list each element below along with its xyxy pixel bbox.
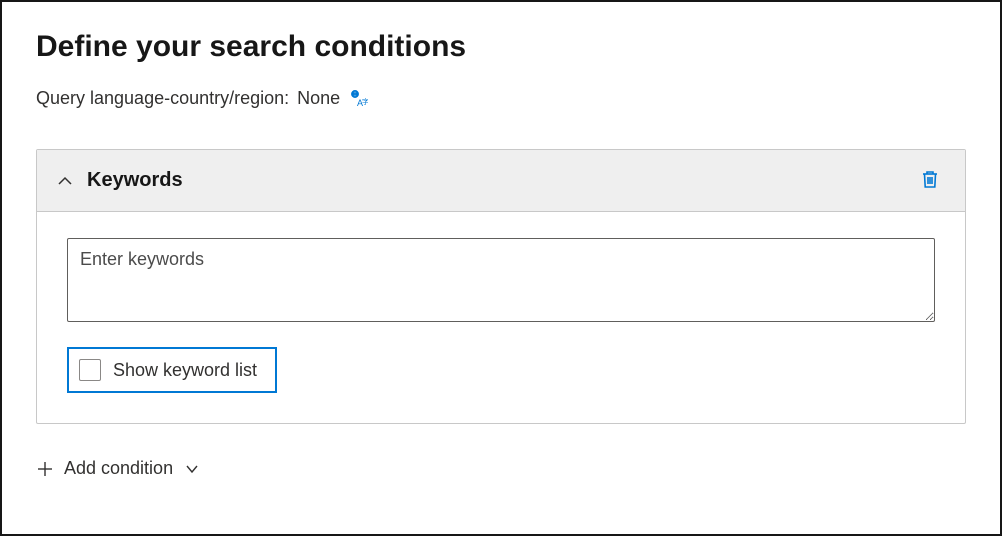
- chevron-down-icon: [185, 462, 199, 476]
- chevron-up-icon[interactable]: [57, 173, 73, 189]
- plus-icon: [36, 460, 54, 478]
- query-language-value: None: [297, 88, 340, 109]
- add-condition-button[interactable]: Add condition: [36, 454, 966, 483]
- keywords-panel: Keywords Show keyword list: [36, 149, 966, 424]
- delete-button[interactable]: [915, 164, 945, 197]
- query-language-label: Query language-country/region:: [36, 88, 289, 109]
- page-title: Define your search conditions: [36, 30, 966, 64]
- svg-text:字: 字: [362, 97, 368, 106]
- keywords-panel-title: Keywords: [87, 169, 915, 192]
- add-condition-label: Add condition: [64, 458, 173, 479]
- keywords-panel-body: Show keyword list: [37, 212, 965, 423]
- trash-icon: [919, 168, 941, 193]
- show-keyword-list-checkbox-container[interactable]: Show keyword list: [67, 347, 277, 393]
- translate-icon[interactable]: A 字: [348, 89, 368, 109]
- keywords-panel-header: Keywords: [37, 150, 965, 212]
- keywords-input[interactable]: [67, 238, 935, 322]
- query-language-row: Query language-country/region: None A 字: [36, 88, 966, 109]
- show-keyword-list-label: Show keyword list: [113, 360, 257, 381]
- show-keyword-list-checkbox[interactable]: [79, 359, 101, 381]
